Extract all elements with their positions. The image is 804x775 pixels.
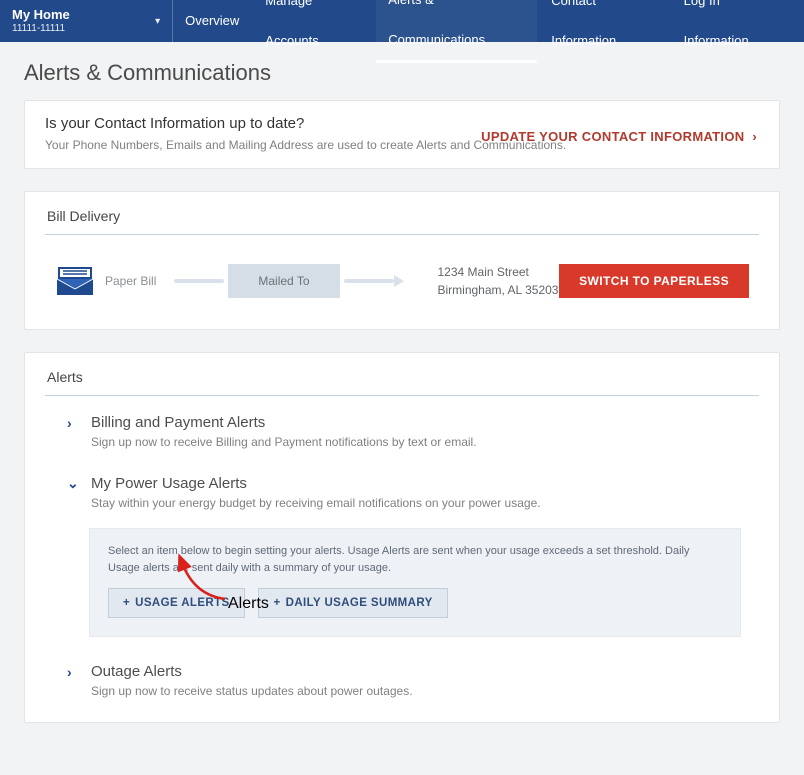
chevron-right-icon: ›: [752, 129, 757, 144]
power-usage-note: Select an item below to begin setting yo…: [108, 543, 722, 576]
page-title: Alerts & Communications: [24, 60, 780, 86]
bill-delivery-heading: Bill Delivery: [45, 202, 759, 235]
power-usage-alerts-toggle[interactable]: ⌄ My Power Usage Alerts: [67, 475, 751, 492]
outage-alerts-desc: Sign up now to receive status updates ab…: [91, 684, 751, 698]
bill-delivery-row: Paper Bill Mailed To 1234 Main Street Bi…: [45, 235, 759, 313]
contact-info-panel: Is your Contact Information up to date? …: [24, 100, 780, 169]
address-line-2: Birmingham, AL 35203: [438, 281, 559, 299]
update-contact-link[interactable]: UPDATE YOUR CONTACT INFORMATION ›: [481, 129, 757, 144]
address-line-1: 1234 Main Street: [438, 263, 559, 281]
arrow-head-icon: [394, 275, 404, 287]
nav-overview[interactable]: Overview: [173, 1, 251, 41]
mailed-to-label: Mailed To: [228, 264, 339, 298]
power-usage-alerts-title: My Power Usage Alerts: [91, 475, 247, 492]
power-usage-alerts-group: ⌄ My Power Usage Alerts Stay within your…: [67, 475, 751, 637]
chevron-right-icon: ›: [67, 664, 81, 680]
power-usage-alerts-desc: Stay within your energy budget by receiv…: [91, 496, 751, 510]
chevron-right-icon: ›: [67, 415, 81, 431]
alerts-panel: Alerts › Billing and Payment Alerts Sign…: [24, 352, 780, 723]
billing-alerts-title: Billing and Payment Alerts: [91, 414, 265, 431]
nav-manage-accounts[interactable]: Manage Accounts: [253, 0, 374, 61]
outage-alerts-group: › Outage Alerts Sign up now to receive s…: [67, 663, 751, 698]
outage-alerts-toggle[interactable]: › Outage Alerts: [67, 663, 751, 680]
plus-icon: +: [123, 597, 130, 609]
switch-to-paperless-button[interactable]: SWITCH TO PAPERLESS: [559, 264, 749, 298]
daily-usage-label: DAILY USAGE SUMMARY: [286, 597, 433, 609]
billing-alerts-desc: Sign up now to receive Billing and Payme…: [91, 435, 751, 449]
usage-alerts-label: USAGE ALERTS: [135, 597, 229, 609]
bill-type-label: Paper Bill: [105, 274, 156, 288]
top-nav: Overview Manage Accounts Alerts & Commun…: [173, 0, 804, 42]
account-number: 11111-11111: [12, 23, 70, 34]
plus-icon: +: [273, 597, 280, 609]
billing-alerts-group: › Billing and Payment Alerts Sign up now…: [67, 414, 751, 449]
account-dropdown[interactable]: My Home 11111-11111 ▾: [0, 0, 173, 42]
daily-usage-summary-button[interactable]: + DAILY USAGE SUMMARY: [258, 588, 447, 618]
alerts-heading: Alerts: [45, 363, 759, 396]
top-bar: My Home 11111-11111 ▾ Overview Manage Ac…: [0, 0, 804, 42]
account-title: My Home: [12, 8, 70, 22]
arrow-segment: [344, 279, 394, 283]
mailing-address: 1234 Main Street Birmingham, AL 35203: [438, 263, 559, 299]
outage-alerts-title: Outage Alerts: [91, 663, 182, 680]
update-contact-label: UPDATE YOUR CONTACT INFORMATION: [481, 129, 744, 144]
mail-icon: [55, 265, 95, 297]
nav-log-in-information[interactable]: Log In Information: [672, 0, 794, 61]
nav-contact-information[interactable]: Contact Information: [539, 0, 669, 61]
chevron-down-icon: ⌄: [67, 475, 81, 492]
arrow-segment: [174, 279, 224, 283]
billing-alerts-toggle[interactable]: › Billing and Payment Alerts: [67, 414, 751, 431]
usage-alerts-button[interactable]: + USAGE ALERTS: [108, 588, 245, 618]
page-body: Alerts & Communications Is your Contact …: [0, 42, 804, 775]
caret-down-icon: ▾: [155, 16, 160, 27]
power-usage-sub-panel: Select an item below to begin setting yo…: [89, 528, 741, 637]
nav-alerts-communications[interactable]: Alerts & Communications: [376, 0, 537, 63]
bill-delivery-panel: Bill Delivery Paper Bill Mailed To 1234 …: [24, 191, 780, 330]
